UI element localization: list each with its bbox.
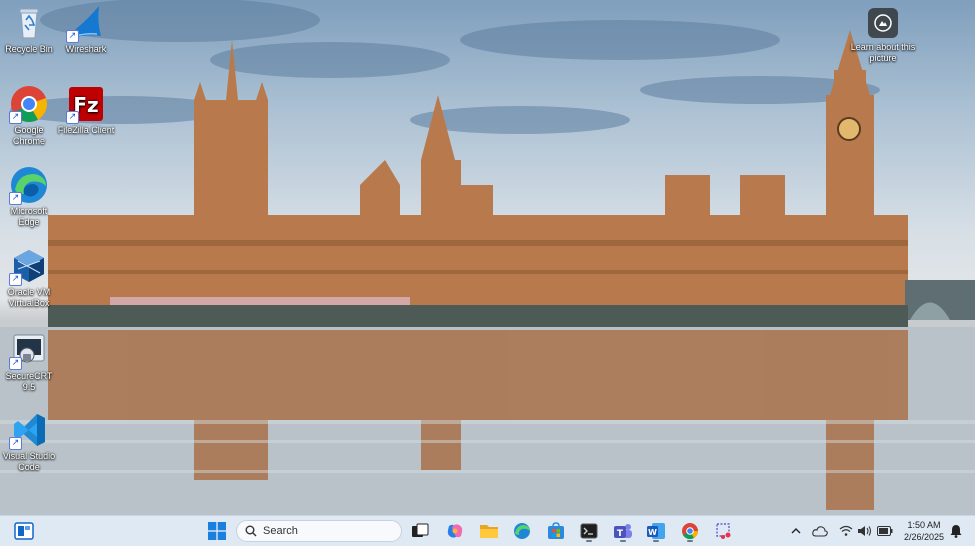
svg-text:T: T: [617, 529, 624, 539]
shortcut-arrow-icon: ↗: [66, 30, 79, 43]
store-icon: [548, 522, 564, 539]
widgets-icon: [14, 522, 34, 540]
virtualbox-icon: ↗: [9, 247, 48, 286]
clock[interactable]: 1:50 AM 2/26/2025: [896, 519, 952, 543]
securecrt-icon: ↗: [9, 331, 48, 370]
teams-icon: T: [614, 524, 632, 539]
shortcut-arrow-icon: ↗: [66, 111, 79, 124]
search-icon: [245, 525, 257, 537]
chrome-icon: [682, 523, 699, 540]
desktop-icon-label: FileZilla Client: [57, 125, 115, 135]
folder-icon: [480, 525, 498, 538]
desktop-icon-label: Google Chrome: [12, 125, 45, 146]
filezilla-icon: Fz ↗: [66, 85, 105, 124]
edge-icon: [514, 523, 530, 539]
store-button[interactable]: [544, 520, 568, 542]
chevron-up-icon: [791, 528, 801, 534]
desktop-wallpaper: [0, 0, 975, 515]
bell-icon: [950, 525, 962, 538]
desktop-icon-filezilla[interactable]: Fz ↗ FileZilla Client: [57, 85, 115, 136]
desktop-icon-label: Recycle Bin: [5, 44, 53, 54]
shortcut-arrow-icon: ↗: [9, 437, 22, 450]
quick-settings-button[interactable]: [836, 520, 896, 542]
recycle-bin-icon: [10, 4, 48, 42]
shortcut-arrow-icon: ↗: [9, 357, 22, 370]
volume-icon: [858, 526, 872, 536]
word-button[interactable]: W: [644, 520, 668, 542]
windows-logo-icon: [208, 522, 226, 540]
task-view-button[interactable]: [408, 520, 432, 542]
shortcut-arrow-icon: ↗: [9, 273, 22, 286]
desktop-icon-wireshark[interactable]: ↗ Wireshark: [57, 4, 115, 55]
wifi-icon: [839, 525, 853, 536]
desktop-icon-vscode[interactable]: ↗ Visual Studio Code: [0, 411, 58, 473]
file-explorer-button[interactable]: [477, 520, 501, 542]
edge-icon: ↗: [9, 166, 48, 205]
desktop-icon-label: SecureCRT 9.5: [5, 371, 53, 392]
terminal-button[interactable]: [577, 520, 601, 542]
running-indicator: [653, 540, 659, 542]
chrome-icon: ↗: [9, 85, 48, 124]
copilot-button[interactable]: [443, 520, 467, 542]
onedrive-button[interactable]: [810, 520, 830, 542]
desktop-icon-google-chrome[interactable]: ↗ Google Chrome: [0, 85, 58, 147]
notifications-button[interactable]: [948, 520, 964, 542]
desktop-icon-label: Visual Studio Code: [2, 451, 56, 472]
running-indicator: [586, 540, 592, 542]
learn-about-picture-label: Learn about this picture: [850, 42, 916, 63]
shortcut-arrow-icon: ↗: [9, 192, 22, 205]
taskbar-search[interactable]: Search: [236, 520, 402, 542]
camera-icon: [868, 8, 898, 38]
learn-about-picture[interactable]: Learn about this picture: [848, 8, 918, 64]
desktop-icon-securecrt[interactable]: ↗ SecureCRT 9.5: [0, 331, 58, 393]
clock-time: 1:50 AM: [907, 520, 941, 530]
terminal-icon: [580, 523, 598, 539]
vscode-icon: ↗: [9, 411, 48, 450]
chrome-taskbar-button[interactable]: [678, 520, 702, 542]
teams-button[interactable]: T: [611, 520, 635, 542]
cloud-icon: [812, 526, 828, 537]
edge-taskbar-button[interactable]: [510, 520, 534, 542]
search-placeholder: Search: [263, 525, 298, 537]
show-hidden-icons-button[interactable]: [787, 520, 805, 542]
widgets-button[interactable]: [12, 520, 36, 542]
desktop-icon-label: Oracle VM VirtualBox: [7, 287, 51, 308]
clock-date: 2/26/2025: [903, 532, 945, 542]
running-indicator: [620, 540, 626, 542]
wireshark-icon: ↗: [66, 4, 105, 43]
svg-text:W: W: [648, 528, 657, 537]
taskbar: Search T W 1:50 AM 2/26/2025: [0, 515, 975, 546]
desktop-icon-virtualbox[interactable]: ↗ Oracle VM VirtualBox: [0, 247, 58, 309]
start-button[interactable]: [205, 520, 229, 542]
battery-icon: [877, 526, 893, 536]
desktop-icon-recycle-bin[interactable]: Recycle Bin: [0, 4, 58, 55]
running-indicator: [687, 540, 693, 542]
word-icon: W: [647, 523, 665, 539]
copilot-icon: [447, 524, 463, 538]
task-view-icon: [412, 523, 429, 537]
desktop-icon-label: Microsoft Edge: [10, 206, 48, 227]
desktop-icon-label: Wireshark: [65, 44, 107, 54]
snipping-tool-icon: [716, 523, 731, 539]
snipping-tool-button[interactable]: [712, 520, 736, 542]
desktop-icon-microsoft-edge[interactable]: ↗ Microsoft Edge: [0, 166, 58, 228]
shortcut-arrow-icon: ↗: [9, 111, 22, 124]
